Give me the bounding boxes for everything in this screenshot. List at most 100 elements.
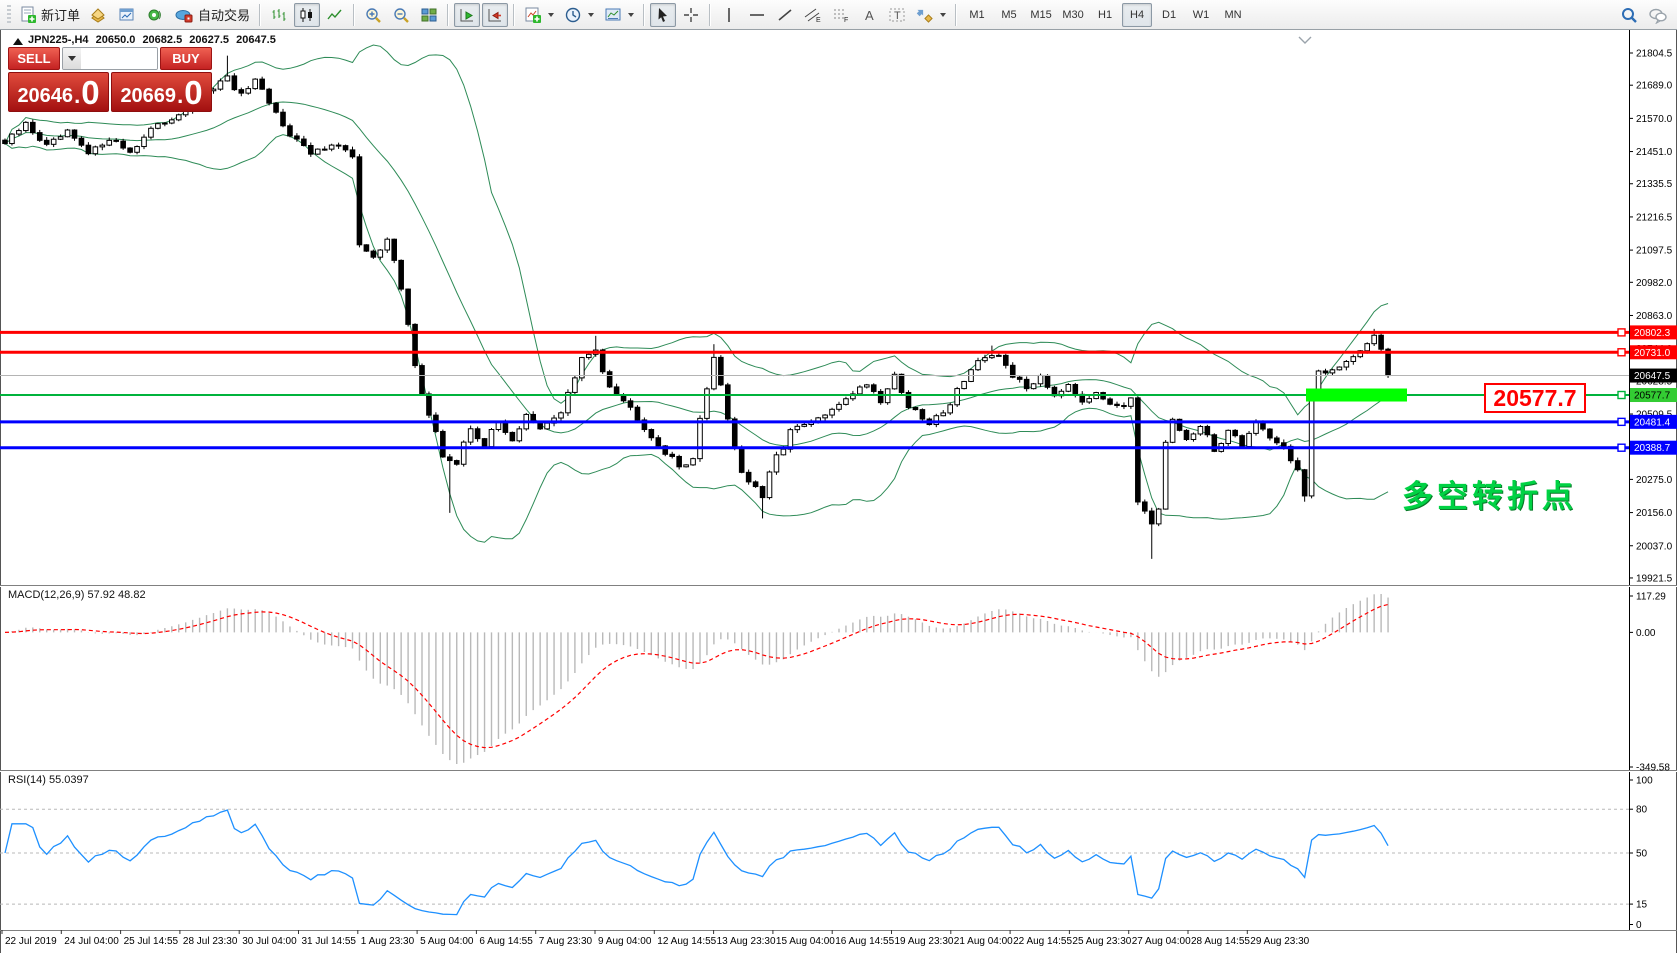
svg-text:20802.3: 20802.3 xyxy=(1634,328,1671,339)
svg-text:28 Aug 14:55: 28 Aug 14:55 xyxy=(1191,936,1250,947)
buy-price-panel[interactable]: 20669.0 xyxy=(111,72,212,112)
svg-text:24 Jul 04:00: 24 Jul 04:00 xyxy=(64,936,119,947)
buy-button[interactable]: BUY xyxy=(160,47,212,70)
equidistant-channel-tool-button[interactable]: E xyxy=(800,3,826,27)
tile-windows-button[interactable] xyxy=(416,3,442,27)
chart-shift-button[interactable] xyxy=(482,3,508,27)
indicators-icon xyxy=(524,6,542,24)
sell-price-panel[interactable]: 20646.0 xyxy=(8,72,109,112)
periods-button[interactable] xyxy=(560,3,598,27)
svg-text:A: A xyxy=(865,8,874,23)
svg-text:20731.0: 20731.0 xyxy=(1634,348,1671,359)
chart-symbol: JPN225-,H4 xyxy=(28,34,89,46)
highlight-rectangle[interactable] xyxy=(1306,389,1407,402)
candlestick-chart-button[interactable] xyxy=(294,3,320,27)
one-click-toggle-icon[interactable] xyxy=(13,38,23,45)
text-label-tool-button[interactable]: T xyxy=(884,3,910,27)
macd-label: MACD(12,26,9) 57.92 48.82 xyxy=(8,589,146,601)
timeframe-W1[interactable]: W1 xyxy=(1186,3,1216,27)
svg-text:20628.5: 20628.5 xyxy=(1636,376,1673,387)
timeframe-M5[interactable]: M5 xyxy=(994,3,1024,27)
svg-text:31 Jul 14:55: 31 Jul 14:55 xyxy=(302,936,357,947)
sell-button[interactable]: SELL xyxy=(8,47,60,70)
arrows-caret-icon xyxy=(940,13,946,17)
candlesticks xyxy=(3,56,1391,559)
new-order-button[interactable]: 新订单 xyxy=(15,3,84,27)
timeframe-group: M1M5M15M30H1H4D1W1MN xyxy=(961,3,1249,27)
svg-text:20982.0: 20982.0 xyxy=(1636,278,1673,289)
zoom-in-button[interactable] xyxy=(360,3,386,27)
svg-text:20390.5: 20390.5 xyxy=(1636,443,1673,454)
chat-button[interactable] xyxy=(1644,3,1672,27)
svg-text:20577.7: 20577.7 xyxy=(1634,391,1671,402)
auto-trading-label: 自动交易 xyxy=(198,5,250,24)
cursor-tool-button[interactable] xyxy=(650,3,676,27)
svg-text:20037.0: 20037.0 xyxy=(1636,541,1673,552)
chart-area[interactable]: 21804.521689.021570.021451.021335.521216… xyxy=(0,30,1677,953)
svg-text:21097.5: 21097.5 xyxy=(1636,246,1673,257)
templates-icon xyxy=(604,6,622,24)
arrows-tool-button[interactable] xyxy=(912,3,950,27)
timeframe-H1[interactable]: H1 xyxy=(1090,3,1120,27)
svg-text:20481.4: 20481.4 xyxy=(1634,417,1671,428)
sell-price-int: 20646 xyxy=(17,83,73,109)
templates-caret-icon xyxy=(628,13,634,17)
annotation-text[interactable]: 多空转折点 xyxy=(1402,471,1577,516)
timeframe-M1[interactable]: M1 xyxy=(962,3,992,27)
price-callout-box[interactable]: 20577.7 xyxy=(1484,383,1586,413)
timeframe-H4[interactable]: H4 xyxy=(1122,3,1152,27)
horizontal-line-tool-button[interactable] xyxy=(744,3,770,27)
zoom-out-button[interactable] xyxy=(388,3,414,27)
svg-text:21689.0: 21689.0 xyxy=(1636,81,1673,92)
svg-text:0: 0 xyxy=(1636,920,1642,931)
timeframe-MN[interactable]: MN xyxy=(1218,3,1248,27)
bar-chart-button[interactable] xyxy=(266,3,292,27)
chart-shift-marker[interactable] xyxy=(1298,32,1312,50)
timeframe-D1[interactable]: D1 xyxy=(1154,3,1184,27)
svg-text:20509.5: 20509.5 xyxy=(1636,410,1673,421)
svg-text:16 Aug 14:55: 16 Aug 14:55 xyxy=(835,936,894,947)
svg-text:20744.0: 20744.0 xyxy=(1636,344,1673,355)
svg-text:12 Aug 14:55: 12 Aug 14:55 xyxy=(657,936,716,947)
crosshair-tool-button[interactable] xyxy=(678,3,704,27)
svg-text:21451.0: 21451.0 xyxy=(1636,147,1673,158)
new-chart-button[interactable] xyxy=(114,3,140,27)
toolbar-grip[interactable] xyxy=(7,5,11,25)
charts-list-icon xyxy=(90,6,108,24)
alerts-button[interactable] xyxy=(142,3,168,27)
rsi-panel: 1008050150 xyxy=(0,776,1653,932)
text-tool-button[interactable]: A xyxy=(856,3,882,27)
svg-text:20275.0: 20275.0 xyxy=(1636,475,1673,486)
volume-decrease-button[interactable] xyxy=(63,48,81,69)
charts-list-button[interactable] xyxy=(86,3,112,27)
price-axis: 21804.521689.021570.021451.021335.521216… xyxy=(1629,30,1677,930)
vertical-line-tool-button[interactable] xyxy=(716,3,742,27)
svg-text:117.29: 117.29 xyxy=(1636,592,1666,603)
timeframe-M30[interactable]: M30 xyxy=(1058,3,1088,27)
chart-open: 20650.0 xyxy=(96,34,136,46)
buy-price-frac: 0 xyxy=(184,76,202,109)
search-icon xyxy=(1620,6,1638,24)
timeframe-M15[interactable]: M15 xyxy=(1026,3,1056,27)
horizontal-lines xyxy=(0,332,1629,447)
auto-trading-button[interactable]: 自动交易 xyxy=(170,3,254,27)
svg-text:20863.0: 20863.0 xyxy=(1636,311,1673,322)
templates-button[interactable] xyxy=(600,3,638,27)
chart-close: 20647.5 xyxy=(236,34,276,46)
volume-input[interactable] xyxy=(81,48,158,69)
svg-text:7 Aug 23:30: 7 Aug 23:30 xyxy=(539,936,593,947)
fibonacci-icon: F xyxy=(832,7,850,23)
svg-text:22 Jul 2019: 22 Jul 2019 xyxy=(5,936,57,947)
buy-price-dot: . xyxy=(177,83,183,109)
auto-scroll-button[interactable] xyxy=(454,3,480,27)
line-chart-button[interactable] xyxy=(322,3,348,27)
trendline-tool-button[interactable] xyxy=(772,3,798,27)
svg-text:-349.58: -349.58 xyxy=(1636,763,1670,774)
svg-text:20388.7: 20388.7 xyxy=(1634,443,1671,454)
panel-separators xyxy=(0,586,1677,931)
svg-text:0.00: 0.00 xyxy=(1636,628,1656,639)
fibonacci-tool-button[interactable]: F xyxy=(828,3,854,27)
new-order-icon xyxy=(19,6,37,24)
search-button[interactable] xyxy=(1616,3,1642,27)
indicators-button[interactable] xyxy=(520,3,558,27)
